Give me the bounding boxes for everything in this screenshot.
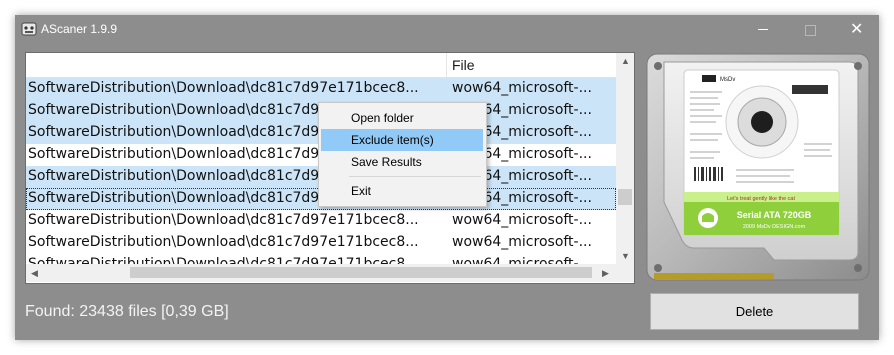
list-header: File [26,53,616,78]
row-path: SoftwareDistribution\Download\dc81c7d97e… [28,234,419,250]
hdd-footer-text: 2009 MsDv DESIGN.com [743,224,806,230]
vertical-scroll-thumb[interactable] [618,189,632,205]
found-status: Found: 23438 files [0,39 GB] [25,303,229,320]
scrollbar-corner [616,264,634,282]
row-file: wow64_microsoft-... [452,80,592,96]
hard-drive-image: MsDv Let's treat gently like the cat Ser… [646,53,870,281]
menu-item-exit[interactable]: Exit [321,180,483,202]
scroll-up-icon[interactable]: ▲ [621,56,630,66]
table-row[interactable]: SoftwareDistribution\Download\dc81c7d97e… [26,78,616,100]
table-row[interactable]: SoftwareDistribution\Download\dc81c7d97e… [26,210,616,232]
minimize-button[interactable] [741,15,787,45]
close-button[interactable]: ✕ [833,15,879,45]
title-bar: AScaner 1.9.9 ✕ [15,15,879,45]
menu-item-label: Exclude item(s) [351,133,434,147]
scroll-down-icon[interactable]: ▼ [621,251,630,261]
delete-button-label: Delete [735,304,774,319]
row-path: SoftwareDistribution\Download\dc81c7d97e… [28,80,419,96]
horizontal-scroll-thumb[interactable] [130,267,592,278]
hdd-warning-text: Let's treat gently like the cat [727,196,795,202]
menu-item-save-results[interactable]: Save Results [321,151,483,173]
horizontal-scrollbar[interactable]: ◀ ▶ [26,264,616,282]
menu-item-label: Save Results [351,155,422,169]
menu-item-exclude-items[interactable]: Exclude item(s) [321,129,483,151]
app-window: AScaner 1.9.9 ✕ File SoftwareDistributio… [15,15,879,340]
scroll-left-icon[interactable]: ◀ [31,268,38,279]
window-title: AScaner 1.9.9 [41,22,118,36]
column-header-file[interactable]: File [452,57,475,73]
app-icon [21,22,37,36]
maximize-button[interactable] [787,15,833,45]
close-icon: ✕ [850,21,864,38]
minimize-icon [758,29,768,30]
hdd-brand-text: MsDv [720,77,735,83]
menu-item-open-folder[interactable]: Open folder [321,107,483,129]
maximize-icon [805,25,816,36]
delete-button[interactable]: Delete [650,293,859,330]
menu-item-label: Open folder [351,111,414,125]
scroll-right-icon[interactable]: ▶ [602,268,609,279]
row-file: wow64_microsoft-... [452,234,592,250]
menu-separator [349,176,481,177]
row-file: wow64_microsoft-... [452,212,592,228]
column-divider[interactable] [446,53,447,77]
table-row[interactable]: SoftwareDistribution\Download\dc81c7d97e… [26,232,616,254]
menu-item-label: Exit [351,184,372,198]
hdd-model-text: Serial ATA 720GB [737,210,812,220]
row-path: SoftwareDistribution\Download\dc81c7d97e… [28,212,419,228]
context-menu: Open folder Exclude item(s) Save Results… [318,102,487,207]
vertical-scrollbar[interactable]: ▲ ▼ [616,53,634,264]
